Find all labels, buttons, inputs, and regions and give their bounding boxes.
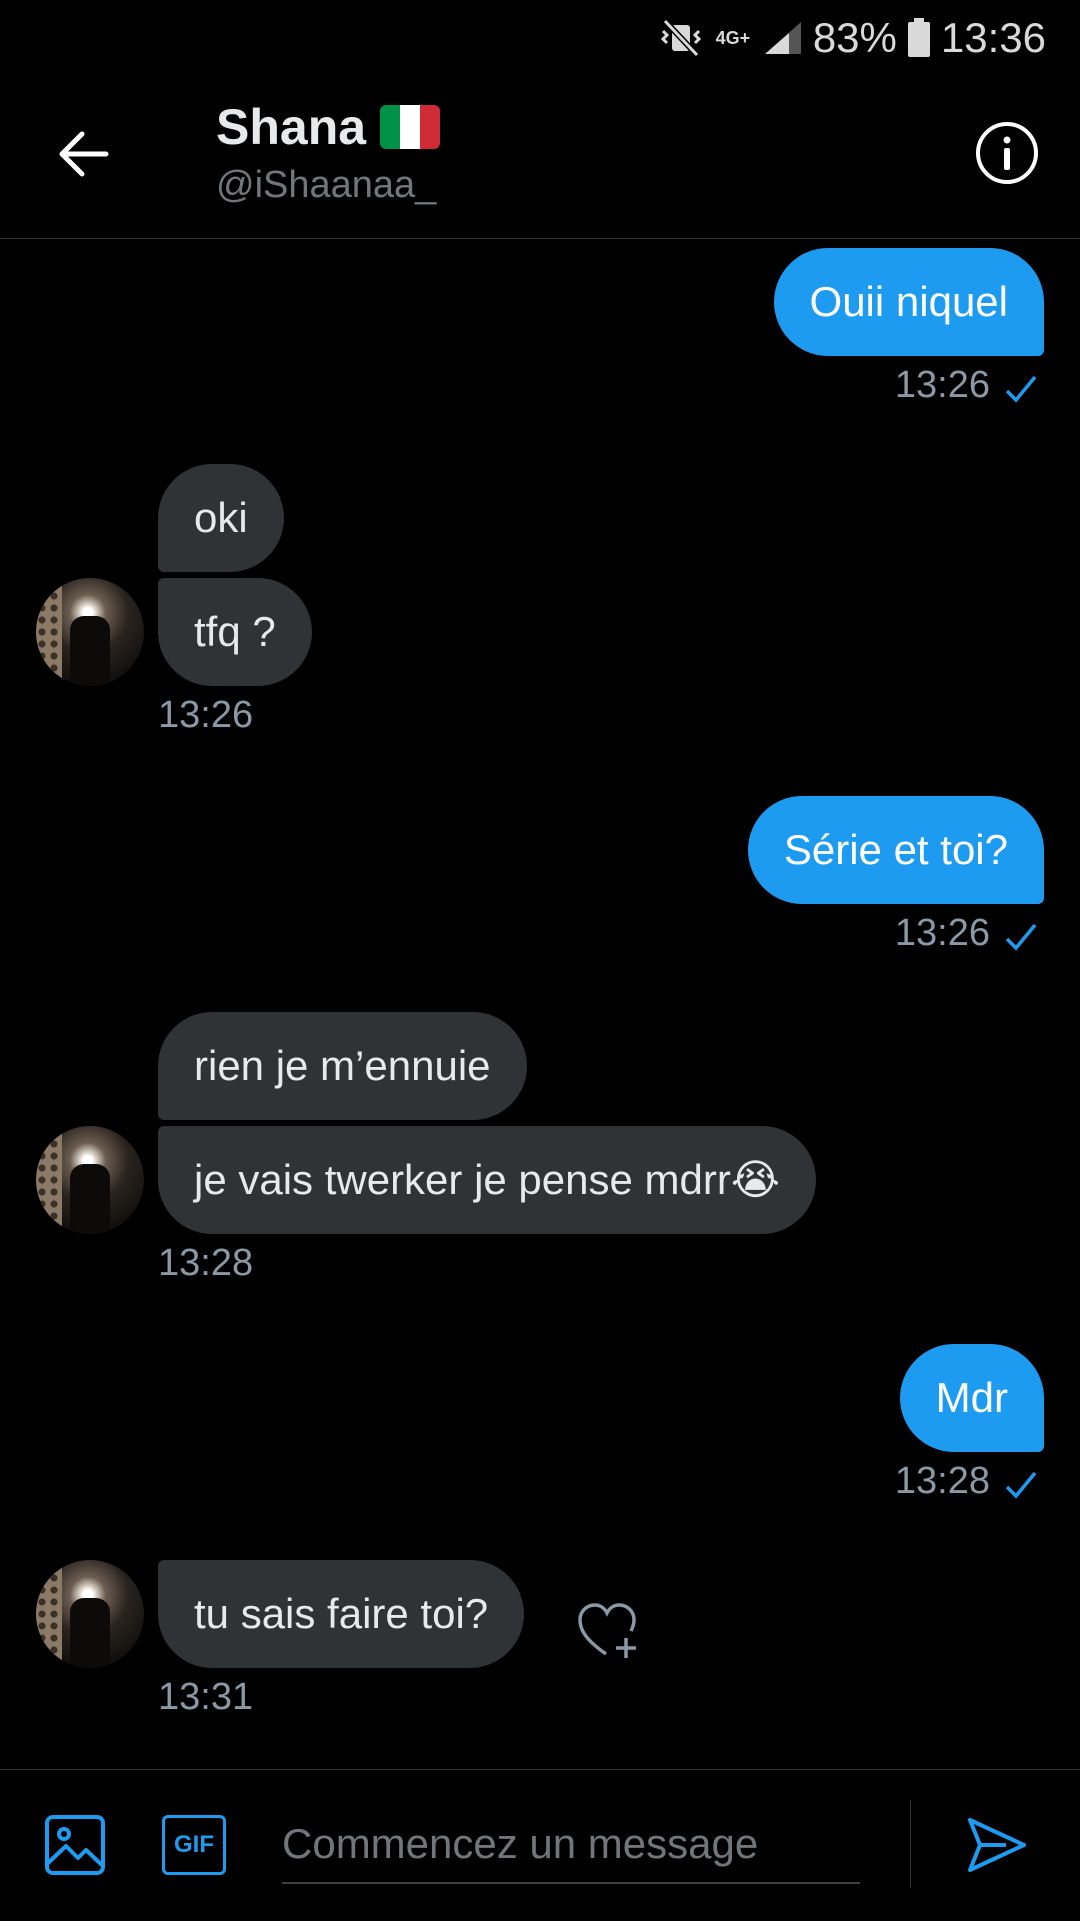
italy-flag-icon — [380, 105, 441, 149]
read-check-icon — [1005, 1471, 1037, 1499]
send-icon[interactable] — [966, 1814, 1028, 1876]
message-composer: GIF — [0, 1769, 1080, 1921]
message-time: 13:31 — [158, 1676, 254, 1718]
gif-button[interactable]: GIF — [162, 1815, 226, 1875]
info-icon[interactable] — [974, 120, 1040, 186]
message-time: 13:26 — [158, 694, 254, 736]
message-input[interactable] — [282, 1806, 860, 1884]
conversation-header: Shana @iShaanaa_ — [0, 72, 1080, 239]
sent-message[interactable]: Mdr — [899, 1344, 1044, 1452]
sent-message[interactable]: Ouii niquel — [773, 248, 1044, 356]
received-message[interactable]: oki — [158, 464, 284, 572]
message-time: 13:26 — [894, 912, 990, 954]
clock: 13:36 — [940, 14, 1046, 61]
network-type: 4G+ — [715, 28, 751, 48]
read-check-icon — [1005, 923, 1037, 951]
battery-icon — [907, 18, 930, 57]
message-time: 13:28 — [158, 1242, 254, 1284]
image-icon[interactable] — [44, 1814, 106, 1876]
battery-percent: 83% — [812, 14, 897, 61]
vibrate-mute-icon — [660, 19, 701, 57]
status-right: 4G+ 83% 13:36 — [659, 14, 1046, 62]
add-reaction-heart-icon[interactable] — [576, 1600, 642, 1660]
sent-message[interactable]: Série et toi? — [747, 796, 1044, 904]
message-time: 13:26 — [894, 364, 990, 406]
received-message[interactable]: tu sais faire toi? — [158, 1560, 525, 1668]
contact-name: Shana — [216, 99, 367, 155]
avatar[interactable] — [36, 1126, 144, 1234]
received-message[interactable]: rien je m’ennuie — [158, 1012, 527, 1120]
arrow-left-icon[interactable] — [52, 122, 116, 186]
contact-handle: @iShaanaa_ — [216, 164, 437, 206]
signal-icon — [764, 22, 801, 54]
contact-name-row[interactable]: Shana — [216, 98, 441, 156]
composer-divider — [910, 1800, 911, 1888]
message-time: 13:28 — [894, 1460, 990, 1502]
received-message[interactable]: je vais twerker je pense mdrr😭 — [158, 1126, 816, 1234]
received-message[interactable]: tfq ? — [158, 578, 312, 686]
avatar[interactable] — [36, 1560, 144, 1668]
read-check-icon — [1005, 375, 1037, 403]
status-bar: 4G+ 83% 13:36 — [0, 0, 1080, 72]
avatar[interactable] — [36, 578, 144, 686]
